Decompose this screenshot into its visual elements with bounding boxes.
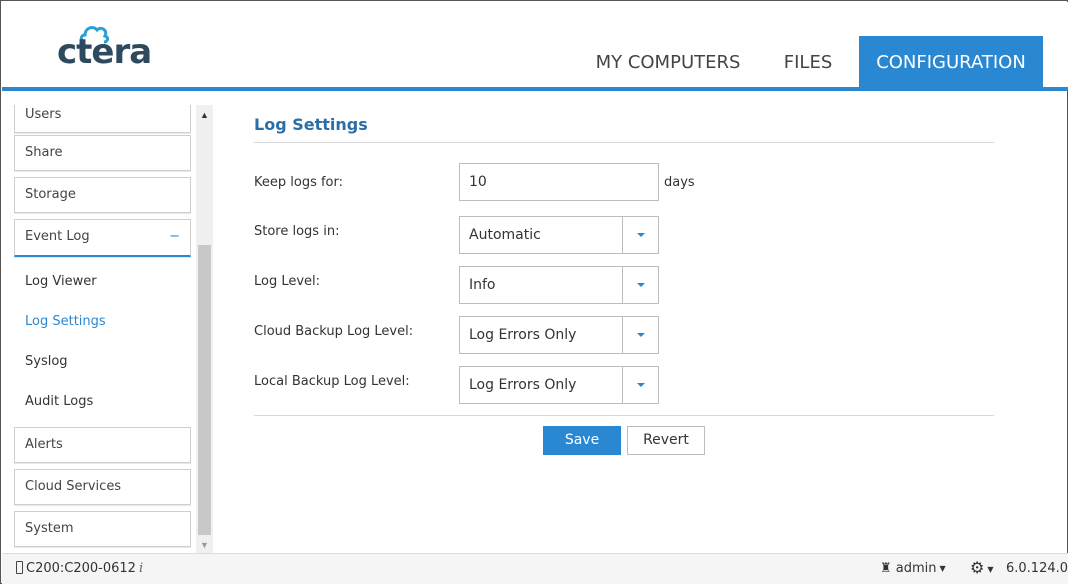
caret-down-icon: ▼ bbox=[939, 564, 946, 573]
user-name: admin bbox=[895, 561, 937, 576]
device-info: C200:C200-0612 i bbox=[16, 561, 143, 576]
chevron-down-icon[interactable] bbox=[622, 317, 658, 353]
revert-button[interactable]: Revert bbox=[627, 426, 705, 455]
status-bar: C200:C200-0612 i ♜ admin ▼ ⚙ ▼ 6.0.124.0 bbox=[2, 553, 1068, 584]
scroll-up-arrow-icon[interactable]: ▲ bbox=[196, 105, 213, 125]
divider bbox=[254, 142, 994, 143]
local-backup-log-level-label: Local Backup Log Level: bbox=[254, 374, 410, 389]
tab-my-computers[interactable]: MY COMPUTERS bbox=[590, 36, 746, 88]
sidebar-item-alerts[interactable]: Alerts bbox=[14, 427, 191, 463]
header: ctera MY COMPUTERS FILES CONFIGURATION bbox=[2, 2, 1068, 88]
collapse-icon[interactable]: − bbox=[169, 220, 180, 254]
select-value: Automatic bbox=[469, 227, 541, 243]
logo-text: ctera bbox=[57, 32, 152, 72]
chevron-down-icon[interactable] bbox=[622, 267, 658, 303]
sidebar-item-label: Cloud Services bbox=[25, 479, 122, 494]
page-title: Log Settings bbox=[254, 115, 368, 134]
sidebar-item-label: Share bbox=[25, 145, 63, 160]
log-level-label: Log Level: bbox=[254, 274, 321, 289]
sidebar: Users Share Storage Event Log − Log View… bbox=[2, 105, 214, 553]
user-menu[interactable]: ♜ admin ▼ bbox=[880, 561, 946, 576]
sidebar-item-users[interactable]: Users bbox=[14, 105, 191, 133]
gear-icon[interactable]: ⚙ ▼ bbox=[970, 558, 994, 577]
sidebar-subitem-log-settings[interactable]: Log Settings bbox=[25, 314, 106, 329]
cloud-backup-log-level-label: Cloud Backup Log Level: bbox=[254, 324, 414, 339]
divider bbox=[254, 415, 994, 416]
sidebar-item-label: Users bbox=[25, 107, 62, 122]
device-name: C200:C200-0612 bbox=[26, 561, 136, 576]
sidebar-subitem-audit-logs[interactable]: Audit Logs bbox=[25, 394, 93, 409]
scroll-down-arrow-icon[interactable]: ▼ bbox=[196, 537, 213, 553]
keep-logs-unit: days bbox=[664, 175, 695, 190]
sidebar-scrollbar[interactable]: ▲ ▼ bbox=[196, 105, 213, 553]
app-window: ctera MY COMPUTERS FILES CONFIGURATION U… bbox=[0, 0, 1068, 584]
sidebar-item-storage[interactable]: Storage bbox=[14, 177, 191, 213]
version-label: 6.0.124.0 bbox=[1006, 561, 1068, 576]
keep-logs-input[interactable]: 10 bbox=[459, 163, 659, 201]
sidebar-item-cloud-services[interactable]: Cloud Services bbox=[14, 469, 191, 505]
info-icon[interactable]: i bbox=[139, 561, 143, 576]
keep-logs-label: Keep logs for: bbox=[254, 175, 344, 190]
sidebar-item-share[interactable]: Share bbox=[14, 135, 191, 171]
log-level-select[interactable]: Info bbox=[459, 266, 659, 304]
tab-configuration[interactable]: CONFIGURATION bbox=[859, 36, 1043, 88]
sidebar-item-label: Event Log bbox=[25, 229, 90, 244]
chevron-down-icon[interactable] bbox=[622, 217, 658, 253]
store-logs-select[interactable]: Automatic bbox=[459, 216, 659, 254]
sidebar-item-system[interactable]: System bbox=[14, 511, 191, 547]
sidebar-item-event-log[interactable]: Event Log − bbox=[14, 219, 191, 257]
ctera-logo[interactable]: ctera bbox=[57, 22, 157, 72]
header-accent-bar bbox=[2, 87, 1068, 91]
user-icon: ♜ bbox=[880, 561, 892, 576]
sidebar-subitem-syslog[interactable]: Syslog bbox=[25, 354, 68, 369]
store-logs-label: Store logs in: bbox=[254, 224, 340, 239]
caret-down-icon: ▼ bbox=[987, 565, 994, 574]
save-button[interactable]: Save bbox=[543, 426, 621, 455]
sidebar-item-label: System bbox=[25, 521, 74, 536]
select-value: Log Errors Only bbox=[469, 377, 577, 393]
sidebar-item-label: Storage bbox=[25, 187, 76, 202]
select-value: Info bbox=[469, 277, 496, 293]
scroll-thumb[interactable] bbox=[198, 245, 211, 535]
cloud-backup-log-level-select[interactable]: Log Errors Only bbox=[459, 316, 659, 354]
local-backup-log-level-select[interactable]: Log Errors Only bbox=[459, 366, 659, 404]
sidebar-subitem-log-viewer[interactable]: Log Viewer bbox=[25, 274, 97, 289]
chevron-down-icon[interactable] bbox=[622, 367, 658, 403]
sidebar-item-label: Alerts bbox=[25, 437, 63, 452]
device-icon bbox=[16, 561, 23, 574]
select-value: Log Errors Only bbox=[469, 327, 577, 343]
tab-files[interactable]: FILES bbox=[772, 36, 844, 88]
